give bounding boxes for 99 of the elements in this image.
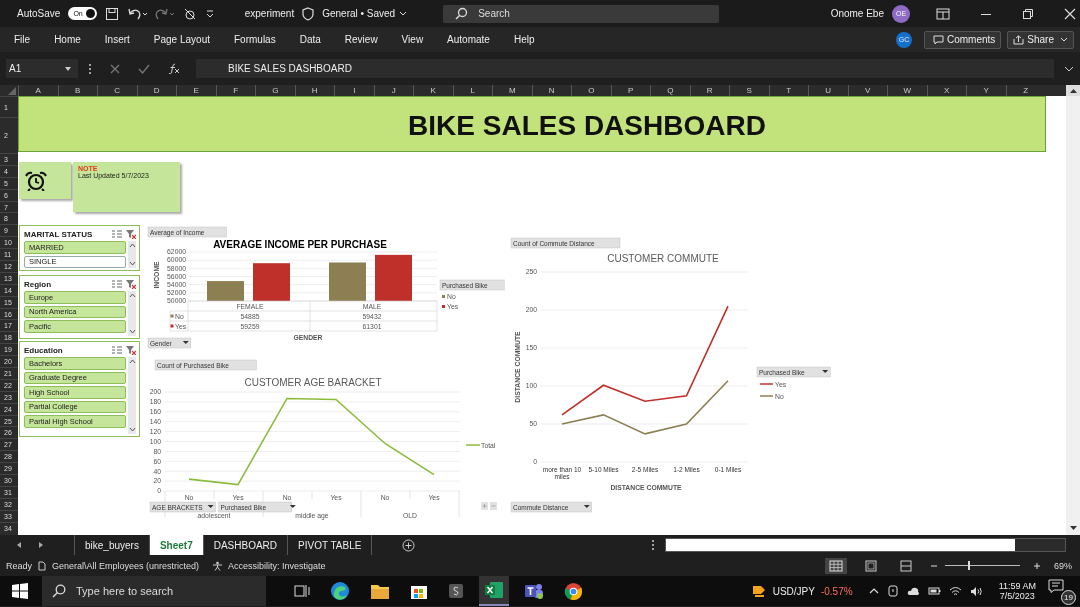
zoom-in-icon[interactable] — [1033, 561, 1041, 570]
dashboard-title: BIKE SALES DASHBOARD — [408, 110, 766, 142]
search-field[interactable]: Search — [443, 4, 720, 23]
status-text: Ready — [6, 560, 32, 571]
scroll-up-icon[interactable] — [1068, 87, 1078, 94]
restore-icon[interactable] — [1022, 7, 1034, 20]
scroll-up-icon[interactable] — [128, 359, 136, 364]
zoom-level[interactable]: 69% — [1054, 560, 1072, 571]
save-status[interactable]: General • Saved — [322, 8, 408, 19]
redo-icon[interactable] — [154, 6, 175, 21]
scroll-up-icon[interactable] — [128, 243, 136, 248]
comment-icon — [932, 34, 944, 45]
windows-start-icon[interactable] — [12, 583, 28, 599]
scroll-up-icon[interactable] — [128, 293, 136, 298]
browser-icon[interactable] — [330, 581, 350, 601]
menu-tab[interactable]: Formulas — [226, 34, 284, 45]
scroll-down-icon[interactable] — [128, 329, 136, 334]
spreadsheet-app-icon[interactable] — [484, 581, 504, 599]
clear-filter-icon[interactable] — [126, 229, 136, 239]
sensitivity-label[interactable]: General\All Employees (unrestricted) — [52, 560, 200, 571]
speaker-icon[interactable] — [969, 585, 983, 597]
scrollbar[interactable] — [128, 241, 136, 268]
menu-tab[interactable]: Data — [291, 34, 329, 45]
notification-count: 19 — [1061, 590, 1076, 605]
ticker-change[interactable]: -0.57% — [820, 585, 853, 597]
share-button[interactable]: Share — [1007, 30, 1074, 49]
dropdown-icon[interactable] — [64, 65, 72, 72]
task-view-icon[interactable] — [294, 583, 310, 599]
menu-tab[interactable]: Insert — [96, 34, 138, 45]
menu-tab[interactable]: Page Layout — [145, 34, 218, 45]
menu-tab[interactable]: Review — [336, 34, 386, 45]
menu-tab[interactable]: Home — [46, 34, 89, 45]
accessibility-icon — [212, 560, 224, 571]
expand-icon[interactable] — [1064, 65, 1074, 72]
wifi-icon[interactable] — [948, 585, 962, 597]
ticker-symbol[interactable]: USD/JPY — [772, 585, 815, 597]
accessibility-status[interactable]: Accessibility: Investigate — [228, 560, 326, 571]
battery-icon[interactable] — [927, 586, 941, 596]
scroll-down-icon[interactable] — [128, 427, 136, 432]
user-name: Onome Ebe — [830, 8, 884, 19]
legend-key-icon — [170, 324, 174, 328]
menu-tab[interactable]: Automate — [439, 34, 498, 45]
more-icon[interactable] — [651, 539, 656, 551]
chart-title: CUSTOMER AGE BARACKET — [244, 377, 382, 388]
formula-field[interactable]: BIKE SALES DASHBOARD — [196, 59, 1054, 78]
app-icon[interactable] — [448, 583, 464, 599]
previous-sheet-icon[interactable] — [16, 541, 22, 549]
autosave-label: AutoSave — [17, 8, 61, 19]
stock-chart-icon[interactable] — [750, 583, 767, 599]
comments-button[interactable]: Comments — [923, 30, 1002, 49]
menu-tab[interactable]: View — [393, 34, 432, 45]
more-icon[interactable] — [88, 62, 92, 75]
ribbon-display-icon[interactable] — [936, 7, 950, 20]
scrollbar[interactable] — [128, 291, 136, 336]
save-icon[interactable] — [104, 6, 119, 21]
document-icon — [37, 560, 47, 571]
horizontal-scrollbar[interactable] — [665, 538, 1066, 552]
team-chat-icon[interactable] — [524, 582, 544, 600]
add-sheet-icon[interactable] — [402, 538, 416, 552]
sheet-tab[interactable]: Sheet7 — [149, 535, 204, 555]
insert-function-icon[interactable] — [168, 63, 180, 74]
alarm-clock-icon — [24, 170, 48, 191]
slicer-title: Region — [24, 279, 52, 289]
normal-view-icon[interactable] — [825, 557, 847, 574]
menu-tab[interactable]: File — [6, 34, 39, 45]
clear-filter-icon[interactable] — [126, 345, 136, 355]
chevron-down-icon — [399, 11, 408, 16]
clock-display[interactable]: 11:59 AM 7/5/2023 — [998, 581, 1036, 601]
scroll-down-icon[interactable] — [128, 261, 136, 266]
taskbar-search-field[interactable]: Type here to search — [42, 576, 266, 606]
chart-title: AVERAGE INCOME PER PURCHASE — [213, 239, 387, 250]
chart-title: CUSTOMER COMMUTE — [607, 253, 719, 264]
undo-icon[interactable] — [126, 6, 147, 21]
notifications-button[interactable]: 19 — [1048, 577, 1076, 605]
cancel-icon[interactable] — [110, 63, 120, 74]
pen-icon[interactable] — [886, 585, 899, 597]
file-name: experiment — [244, 8, 295, 19]
folder-icon[interactable] — [370, 582, 390, 600]
next-sheet-icon[interactable] — [38, 541, 44, 549]
scrollbar[interactable] — [128, 357, 136, 434]
expand-field-icon[interactable] — [481, 502, 488, 510]
scroll-down-icon[interactable] — [1068, 525, 1078, 531]
search-icon — [455, 7, 469, 20]
cloud-icon[interactable] — [906, 585, 920, 597]
show-hidden-icons-icon[interactable] — [868, 587, 879, 595]
collapse-field-icon[interactable] — [490, 502, 497, 510]
share-icon — [1013, 34, 1025, 45]
legend-key-icon — [170, 314, 174, 318]
clear-filter-icon[interactable] — [126, 279, 136, 289]
menu-tab[interactable]: Help — [505, 34, 543, 45]
slicer-title: MARITAL STATUS — [24, 229, 93, 239]
slicer-title: Education — [24, 345, 63, 355]
notification-icon — [1048, 579, 1064, 593]
chevron-down-icon — [1060, 37, 1068, 42]
shield-icon — [302, 6, 315, 21]
enter-icon[interactable] — [138, 63, 150, 74]
search-icon — [52, 584, 66, 598]
close-icon[interactable] — [1064, 7, 1076, 20]
name-box[interactable]: A1 — [6, 59, 78, 78]
